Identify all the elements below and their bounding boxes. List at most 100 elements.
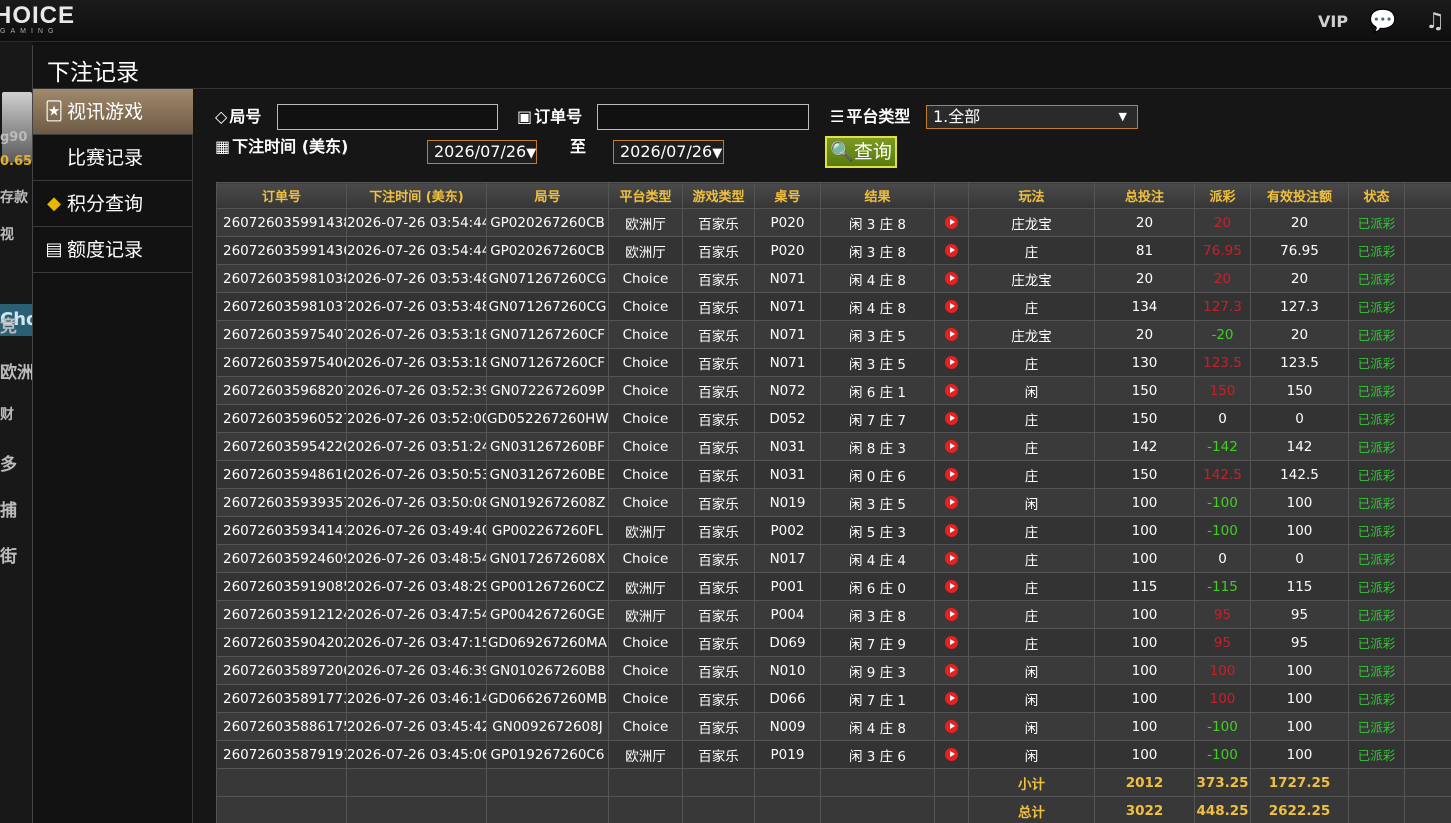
play-video-icon[interactable] [945,496,958,509]
subtotal-cell: 小计 [968,768,1095,797]
play-video-icon[interactable] [945,216,958,229]
chevron-down-icon: ▼ [1118,110,1127,123]
replay-video-cell[interactable] [934,572,969,601]
play-video-icon[interactable] [945,524,958,537]
table-cell: 百家乐 [682,460,755,489]
table-cell: 百家乐 [682,656,755,685]
table-cell: 100 [1250,488,1349,517]
table-cell: 百家乐 [682,208,755,237]
table-cell [1404,572,1451,601]
sidebar-item-credit-records[interactable]: ▤ 额度记录 [33,227,193,273]
sidebar-item-points-query[interactable]: ◆ 积分查询 [33,181,193,227]
play-video-icon[interactable] [945,748,958,761]
table-cell: 260726035886175 [216,712,347,741]
table-cell: 0 [1194,404,1251,433]
total-cell: 2622.25 [1250,796,1349,823]
play-video-icon[interactable] [945,300,958,313]
table-cell: 已派彩 [1348,236,1405,265]
replay-video-cell[interactable] [934,208,969,237]
replay-video-cell[interactable] [934,516,969,545]
round-input[interactable] [277,104,498,130]
sidebar: 🃏 视讯游戏 比赛记录 ◆ 积分查询 ▤ 额度记录 [33,89,193,823]
diamond-icon: ◆ [47,193,61,214]
order-input[interactable] [597,104,809,130]
replay-video-cell[interactable] [934,488,969,517]
play-video-icon[interactable] [945,720,958,733]
table-cell: 已派彩 [1348,488,1405,517]
table-row: 260726035879191 2026-07-26 03:45:06 GP0192… [216,740,1451,769]
play-video-icon[interactable] [945,608,958,621]
play-video-icon[interactable] [945,328,958,341]
play-video-icon[interactable] [945,440,958,453]
play-video-icon[interactable] [945,356,958,369]
replay-video-cell[interactable] [934,740,969,769]
play-video-icon[interactable] [945,664,958,677]
replay-video-cell[interactable] [934,292,969,321]
play-video-icon[interactable] [945,468,958,481]
vip-icon[interactable]: VIP [1318,8,1348,36]
replay-video-cell[interactable] [934,684,969,713]
table-cell [1404,348,1451,377]
replay-video-cell[interactable] [934,264,969,293]
play-video-icon[interactable] [945,272,958,285]
replay-video-cell[interactable] [934,348,969,377]
music-icon[interactable]: ♫ [1420,8,1450,36]
play-video-icon[interactable] [945,412,958,425]
sidebar-item-match-records[interactable]: 比赛记录 [33,135,193,181]
subtotal-cell: 2012 [1094,768,1195,797]
search-button[interactable]: 🔍查询 [825,136,897,168]
brand-logo-subtitle: GAMING [0,28,59,35]
replay-video-cell[interactable] [934,544,969,573]
table-cell: GN031267260BF [486,432,609,461]
table-cell [346,796,487,823]
table-cell: GN0722672609P [486,376,609,405]
date-to-picker[interactable]: 2026/07/26▼ [613,140,724,164]
table-cell: Choice [608,376,683,405]
table-cell: 20 [1194,264,1251,293]
platform-select-value: 1.全部 [933,107,981,126]
play-video-icon[interactable] [945,636,958,649]
table-cell: 100 [1250,656,1349,685]
round-label: ◇ 局号 [215,107,262,126]
table-cell: D052 [754,404,821,433]
replay-video-cell[interactable] [934,628,969,657]
date-from-picker[interactable]: 2026/07/26▼ [427,140,537,164]
table-cell: GN031267260BE [486,460,609,489]
table-cell: 闲 0 庄 6 [820,460,935,489]
play-video-icon[interactable] [945,692,958,705]
platform-select[interactable]: 1.全部 ▼ [926,105,1138,129]
table-cell: 百家乐 [682,516,755,545]
sidebar-item-video-games[interactable]: 🃏 视讯游戏 [33,89,193,135]
play-video-icon[interactable] [945,552,958,565]
table-cell: 庄 [968,236,1095,265]
table-cell: 闲 3 庄 5 [820,348,935,377]
table-row: 260726035975407 2026-07-26 03:53:18 GN0712… [216,320,1451,349]
table-cell: 百家乐 [682,628,755,657]
replay-video-cell[interactable] [934,404,969,433]
replay-video-cell[interactable] [934,320,969,349]
replay-video-cell[interactable] [934,656,969,685]
table-cell: GP020267260CB [486,236,609,265]
table-cell: 0 [1250,404,1349,433]
replay-video-cell[interactable] [934,376,969,405]
table-cell: 已派彩 [1348,348,1405,377]
table-cell: GD066267260MB [486,684,609,713]
play-video-icon[interactable] [945,244,958,257]
table-cell: 123.5 [1194,348,1251,377]
replay-video-cell[interactable] [934,460,969,489]
table-cell: 2026-07-26 03:47:15 [346,628,487,657]
table-row: 260726035939357 2026-07-26 03:50:08 GN0192… [216,488,1451,517]
chat-icon[interactable]: 💬 [1368,8,1398,36]
table-cell: 127.3 [1250,292,1349,321]
replay-video-cell[interactable] [934,432,969,461]
table-cell: 2026-07-26 03:49:40 [346,516,487,545]
replay-video-cell[interactable] [934,712,969,741]
play-video-icon[interactable] [945,384,958,397]
table-cell: GN0092672608J [486,712,609,741]
table-cell: GN071267260CG [486,292,609,321]
replay-video-cell[interactable] [934,236,969,265]
play-video-icon[interactable] [945,580,958,593]
replay-video-cell[interactable] [934,600,969,629]
calendar-icon: ▦ [215,137,231,156]
column-header: 结果 [820,182,935,209]
